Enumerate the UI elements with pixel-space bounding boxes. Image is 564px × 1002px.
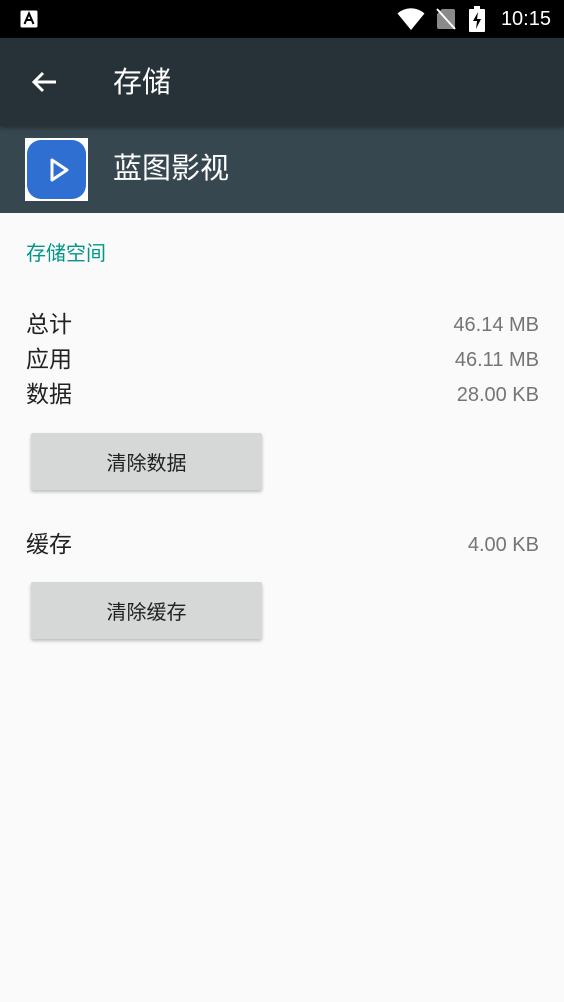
row-value: 46.11 MB bbox=[454, 349, 539, 371]
play-icon bbox=[50, 158, 68, 181]
row-label: 总计 bbox=[26, 312, 72, 338]
cache-value: 4.00 KB bbox=[467, 534, 539, 556]
no-sim-icon bbox=[436, 8, 456, 30]
row-label: 数据 bbox=[26, 382, 72, 408]
app-header: 蓝图影视 bbox=[0, 126, 564, 213]
arrow-back-icon bbox=[31, 71, 56, 93]
storage-row-data: 数据 28.00 KB bbox=[26, 379, 539, 413]
clear-cache-button[interactable]: 清除缓存 bbox=[31, 582, 262, 639]
cache-row: 缓存 4.00 KB bbox=[26, 529, 539, 563]
row-value: 46.14 MB bbox=[453, 314, 539, 336]
cache-label: 缓存 bbox=[26, 532, 72, 558]
row-label: 应用 bbox=[26, 347, 72, 373]
toolbar: 存储 bbox=[0, 38, 564, 126]
status-bar: 10:15 bbox=[0, 0, 564, 38]
page-title: 存储 bbox=[113, 65, 172, 99]
app-name: 蓝图影视 bbox=[113, 151, 230, 185]
storage-section-title: 存储空间 bbox=[26, 241, 106, 265]
storage-row-total: 总计 46.14 MB bbox=[26, 309, 539, 343]
battery-charging-icon bbox=[469, 6, 485, 32]
storage-row-app: 应用 46.11 MB bbox=[26, 344, 539, 378]
status-time: 10:15 bbox=[500, 8, 551, 30]
wifi-icon bbox=[397, 8, 425, 30]
notification-a-icon bbox=[20, 10, 38, 28]
clear-data-button[interactable]: 清除数据 bbox=[31, 433, 262, 490]
row-value: 28.00 KB bbox=[456, 384, 539, 406]
back-button[interactable] bbox=[20, 60, 68, 104]
app-icon bbox=[25, 138, 88, 201]
